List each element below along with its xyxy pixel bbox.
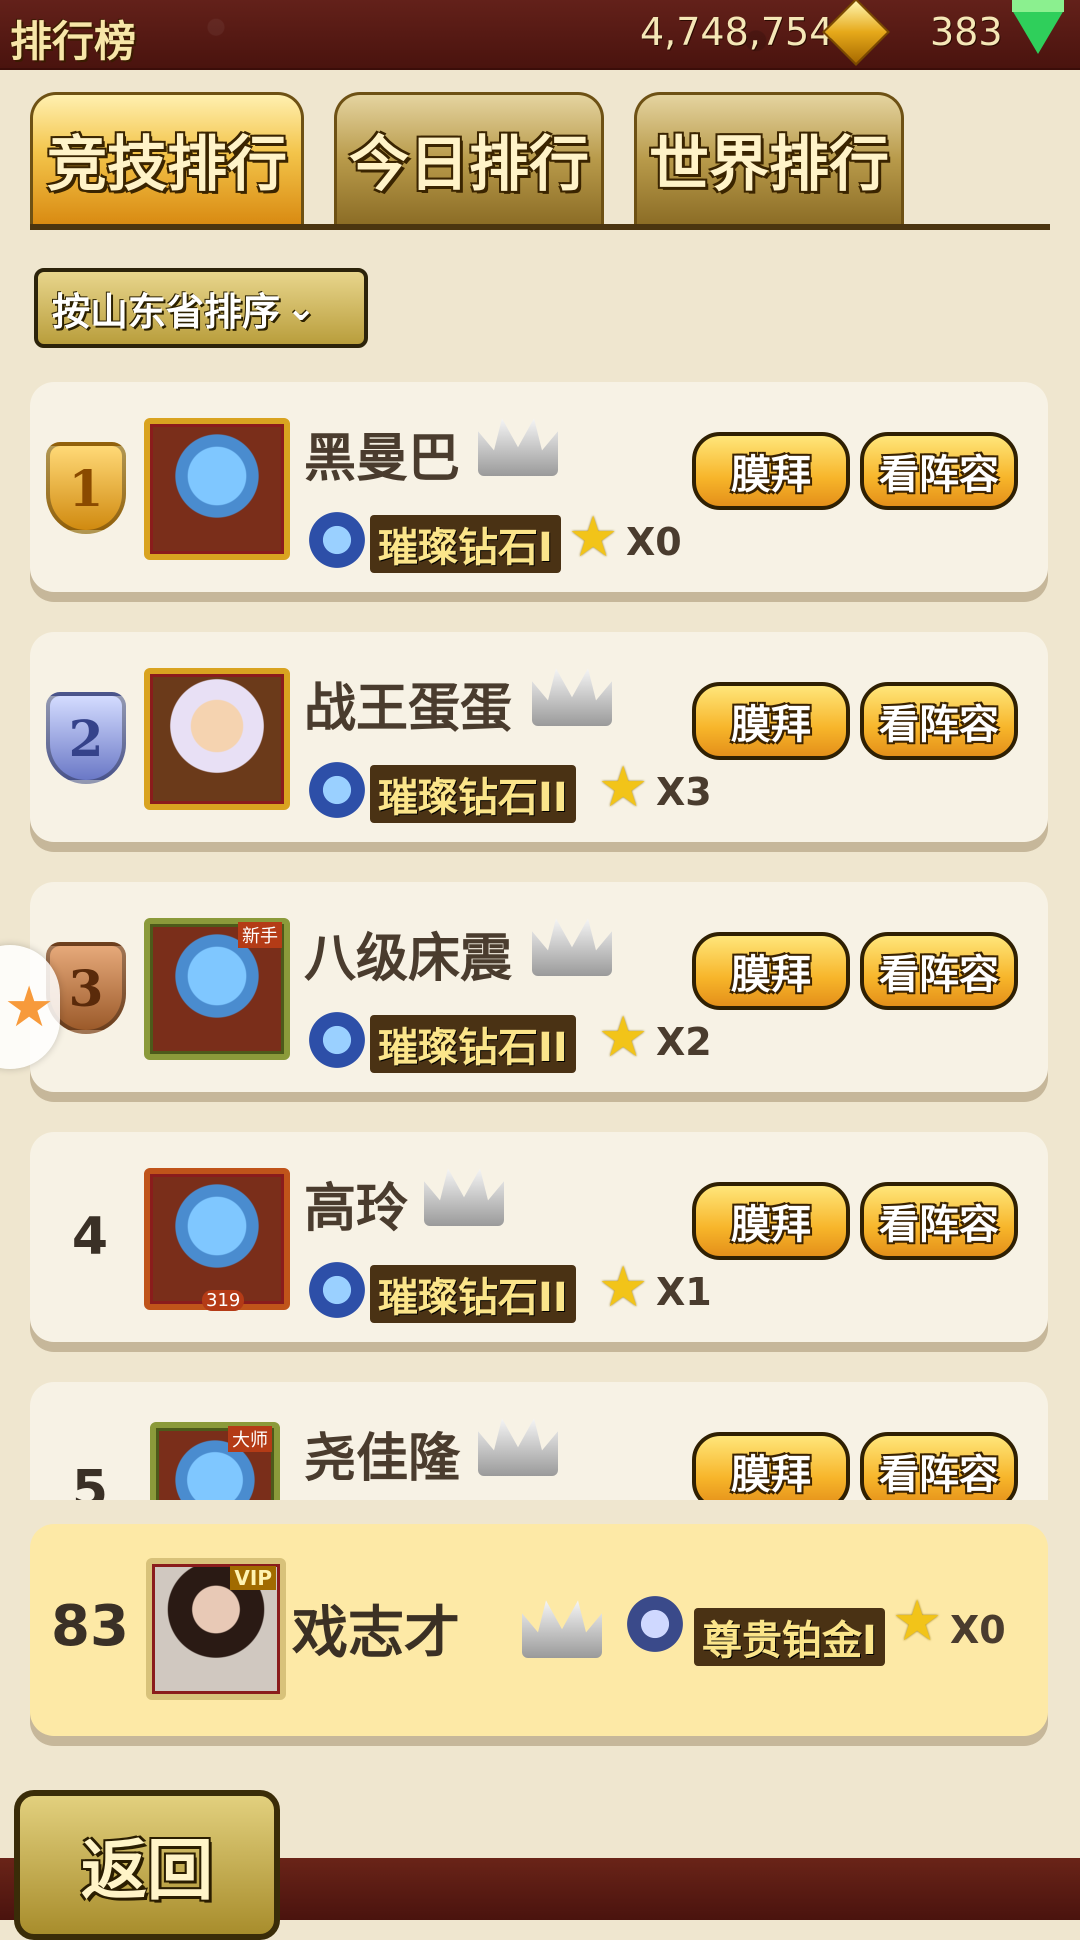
gem-icon <box>1012 0 1064 54</box>
player-avatar[interactable]: 大师 <box>150 1422 280 1500</box>
worship-button[interactable]: 膜拜 <box>692 1182 850 1260</box>
crown-icon <box>478 1418 558 1476</box>
crown-icon <box>424 1168 504 1226</box>
worship-button[interactable]: 膜拜 <box>692 682 850 760</box>
worship-button[interactable]: 膜拜 <box>692 932 850 1010</box>
top-bar: 排行榜 4,748,754 383 <box>0 0 1080 70</box>
diamond-rank-icon <box>302 760 372 820</box>
crown-icon <box>522 1600 602 1658</box>
star-count: X2 <box>656 1020 712 1064</box>
master-tag: 大师 <box>228 1426 272 1452</box>
diamond-rank-icon <box>302 1010 372 1070</box>
player-name: 八级床震 <box>304 929 513 989</box>
star-count: X3 <box>656 770 712 814</box>
level-badge: 319 <box>202 1290 245 1311</box>
star-icon: ★ <box>598 755 649 820</box>
crown-icon <box>532 918 612 976</box>
ranking-row[interactable]: 4 319 高玲 璀璨钻石II ★ X1 膜拜 看阵容 <box>30 1132 1048 1342</box>
ranking-row[interactable]: 1 黑曼巴 璀璨钻石I ★ X0 膜拜 看阵容 <box>30 382 1048 592</box>
view-lineup-button[interactable]: 看阵容 <box>860 682 1018 760</box>
star-icon: ★ <box>598 1005 649 1070</box>
gem-amount: 383 <box>930 10 1003 54</box>
ranking-row[interactable]: 3 新手 八级床震 璀璨钻石II ★ X2 膜拜 看阵容 <box>30 882 1048 1092</box>
back-button[interactable]: 返回 <box>14 1790 280 1940</box>
my-star-count: X0 <box>950 1608 1006 1652</box>
gold-amount: 4,748,754 <box>640 10 834 54</box>
tab-divider <box>30 224 1050 230</box>
view-lineup-button[interactable]: 看阵容 <box>860 432 1018 510</box>
view-lineup-button[interactable]: 看阵容 <box>860 932 1018 1010</box>
player-name: 尧佳隆 <box>304 1429 461 1489</box>
crown-icon <box>532 668 612 726</box>
player-avatar[interactable]: 新手 <box>144 918 290 1060</box>
ranking-row[interactable]: 5 大师 尧佳隆 膜拜 看阵容 <box>30 1382 1048 1500</box>
my-name: 戏志才 <box>292 1601 460 1666</box>
newbie-tag: 新手 <box>238 922 282 948</box>
tab-today-ranking[interactable]: 今日排行 <box>334 92 604 224</box>
ranking-row[interactable]: 2 战王蛋蛋 璀璨钻石II ★ X3 膜拜 看阵容 <box>30 632 1048 842</box>
worship-button[interactable]: 膜拜 <box>692 1432 850 1500</box>
player-name: 战王蛋蛋 <box>304 679 513 739</box>
sort-dropdown[interactable]: 按山东省排序 ⌄ <box>34 268 368 348</box>
player-avatar[interactable]: 319 <box>144 1168 290 1311</box>
tab-world-ranking[interactable]: 世界排行 <box>634 92 904 224</box>
crown-icon <box>478 418 558 476</box>
rank-medal-gold: 1 <box>46 442 126 534</box>
rank-tier: 璀璨钻石I <box>370 515 561 573</box>
sort-label: 按山东省排序 <box>52 289 281 334</box>
my-rank-number: 83 <box>51 1594 129 1659</box>
page-title: 排行榜 <box>10 17 137 66</box>
rank-medal-silver: 2 <box>46 692 126 784</box>
rank-tier: 璀璨钻石II <box>370 765 576 823</box>
star-count: X1 <box>656 1270 712 1314</box>
star-icon: ★ <box>598 1255 649 1320</box>
player-avatar[interactable] <box>144 668 290 810</box>
tab-arena-ranking[interactable]: 竞技排行 <box>30 92 304 224</box>
star-count: X0 <box>626 520 682 564</box>
worship-button[interactable]: 膜拜 <box>692 432 850 510</box>
star-icon: ★ <box>892 1589 943 1654</box>
star-icon: ★ <box>568 505 619 570</box>
view-lineup-button[interactable]: 看阵容 <box>860 1432 1018 1500</box>
rank-tier: 璀璨钻石II <box>370 1265 576 1323</box>
star-icon: ★ <box>4 975 55 1040</box>
rank-number: 4 <box>71 1207 109 1267</box>
rank-number: 5 <box>71 1460 109 1500</box>
view-lineup-button[interactable]: 看阵容 <box>860 1182 1018 1260</box>
my-avatar[interactable]: VIP <box>146 1558 286 1700</box>
player-name: 黑曼巴 <box>304 429 461 489</box>
diamond-rank-icon <box>302 1260 372 1320</box>
platinum-rank-icon <box>620 1594 690 1654</box>
player-name: 高玲 <box>304 1179 409 1239</box>
chevron-down-icon: ⌄ <box>286 287 317 329</box>
my-rank-tier: 尊贵铂金I <box>694 1608 885 1666</box>
diamond-rank-icon <box>302 510 372 570</box>
player-avatar[interactable] <box>144 418 290 560</box>
vip-badge: VIP <box>230 1566 276 1590</box>
my-ranking-row: 83 VIP 戏志才 尊贵铂金I ★ X0 <box>30 1524 1048 1736</box>
rank-tier: 璀璨钻石II <box>370 1015 576 1073</box>
